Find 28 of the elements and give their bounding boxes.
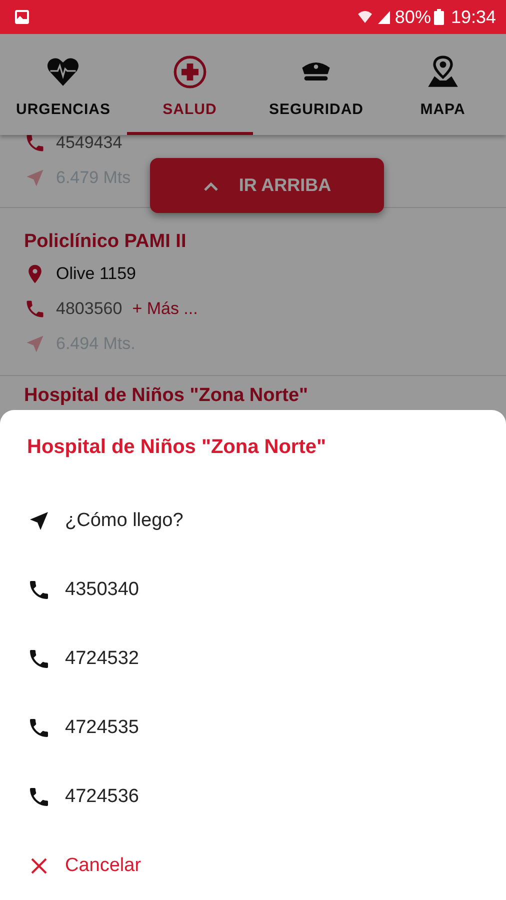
tab[interactable]: URGENCIAS <box>0 34 126 135</box>
gallery-icon <box>14 9 30 25</box>
tab[interactable]: SALUD <box>126 34 253 135</box>
medical-cross-icon <box>172 54 207 88</box>
phone-number[interactable]: 4549434 <box>56 135 122 152</box>
sheet-action[interactable]: 4724535 <box>0 693 506 762</box>
tab[interactable]: MAPA <box>380 34 506 135</box>
phone-number[interactable]: 4803560 <box>56 298 122 318</box>
battery-percentage: 80% <box>394 6 431 28</box>
clock: 19:34 <box>450 6 496 28</box>
signal-icon <box>376 9 392 25</box>
scroll-top-button[interactable]: IR ARRIBA <box>150 158 384 213</box>
address: Olive 1159 <box>56 264 136 284</box>
tab[interactable]: SEGURIDAD <box>253 34 380 135</box>
chevron-up-icon <box>202 180 219 190</box>
wifi-icon <box>356 9 373 25</box>
sheet-action[interactable]: Cancelar <box>0 831 506 900</box>
sheet-action[interactable]: ¿Cómo llego? <box>0 486 506 555</box>
sheet-action[interactable]: 4724532 <box>0 624 506 693</box>
sheet-title: Hospital de Niños "Zona Norte" <box>26 435 327 460</box>
sheet-action[interactable]: 4350340 <box>0 555 506 624</box>
sheet-action[interactable]: 4724536 <box>0 762 506 831</box>
map-pin-icon <box>426 54 460 88</box>
place-name[interactable]: Hospital de Niños "Zona Norte" <box>24 385 482 407</box>
phone-icon <box>24 135 46 154</box>
place-name[interactable]: Policlínico PAMI II <box>24 228 482 256</box>
more-link[interactable]: + Más ... <box>132 298 198 318</box>
battery-icon <box>434 9 444 25</box>
